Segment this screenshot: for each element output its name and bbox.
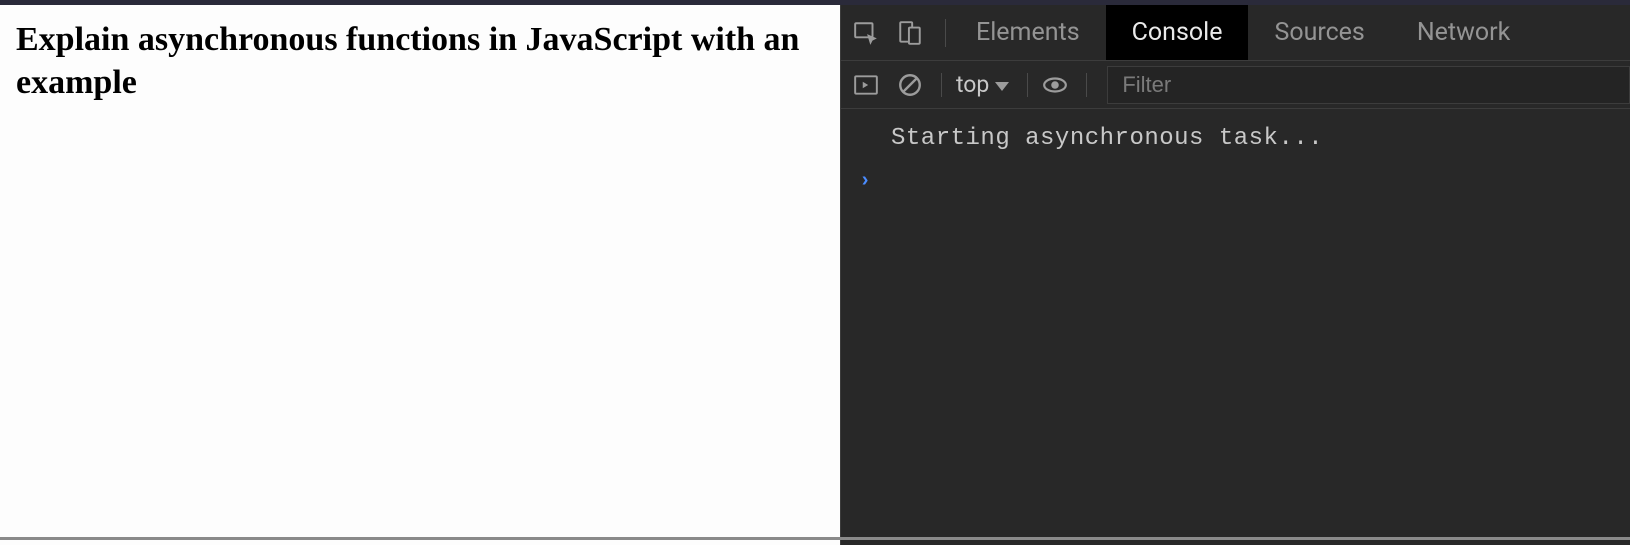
devtools-panel: Elements Console Sources Network top (840, 5, 1630, 545)
chevron-down-icon (995, 82, 1009, 91)
toggle-sidebar-icon[interactable] (853, 72, 879, 98)
context-label: top (956, 71, 989, 98)
console-toolbar: top (841, 61, 1630, 109)
toolbar-separator-3 (1086, 73, 1087, 97)
toolbar-separator-2 (1027, 73, 1028, 97)
page-content-pane: Explain asynchronous functions in JavaSc… (0, 5, 840, 545)
devtools-tabs: Elements Console Sources Network (950, 5, 1536, 60)
page-title: Explain asynchronous functions in JavaSc… (16, 19, 824, 104)
execution-context-selector[interactable]: top (956, 71, 1027, 98)
toolbar-left-group (853, 72, 941, 98)
tab-network[interactable]: Network (1391, 5, 1536, 60)
clear-console-icon[interactable] (897, 72, 923, 98)
console-log-entry: Starting asynchronous task... (841, 121, 1630, 164)
console-output[interactable]: Starting asynchronous task... › (841, 109, 1630, 545)
tab-sources[interactable]: Sources (1248, 5, 1390, 60)
inspect-element-icon[interactable] (853, 20, 879, 46)
device-toggle-icon[interactable] (897, 20, 923, 46)
toolbar-separator-1 (941, 73, 942, 97)
live-expression-icon[interactable] (1042, 72, 1068, 98)
tab-elements[interactable]: Elements (950, 5, 1106, 60)
console-filter-input[interactable] (1107, 66, 1630, 104)
prompt-chevron-icon: › (859, 170, 871, 193)
tabbar-separator (945, 19, 946, 47)
devtools-tabbar: Elements Console Sources Network (841, 5, 1630, 61)
tab-console[interactable]: Console (1106, 5, 1249, 60)
console-prompt[interactable]: › (841, 164, 1630, 193)
tabbar-icon-group (853, 20, 945, 46)
